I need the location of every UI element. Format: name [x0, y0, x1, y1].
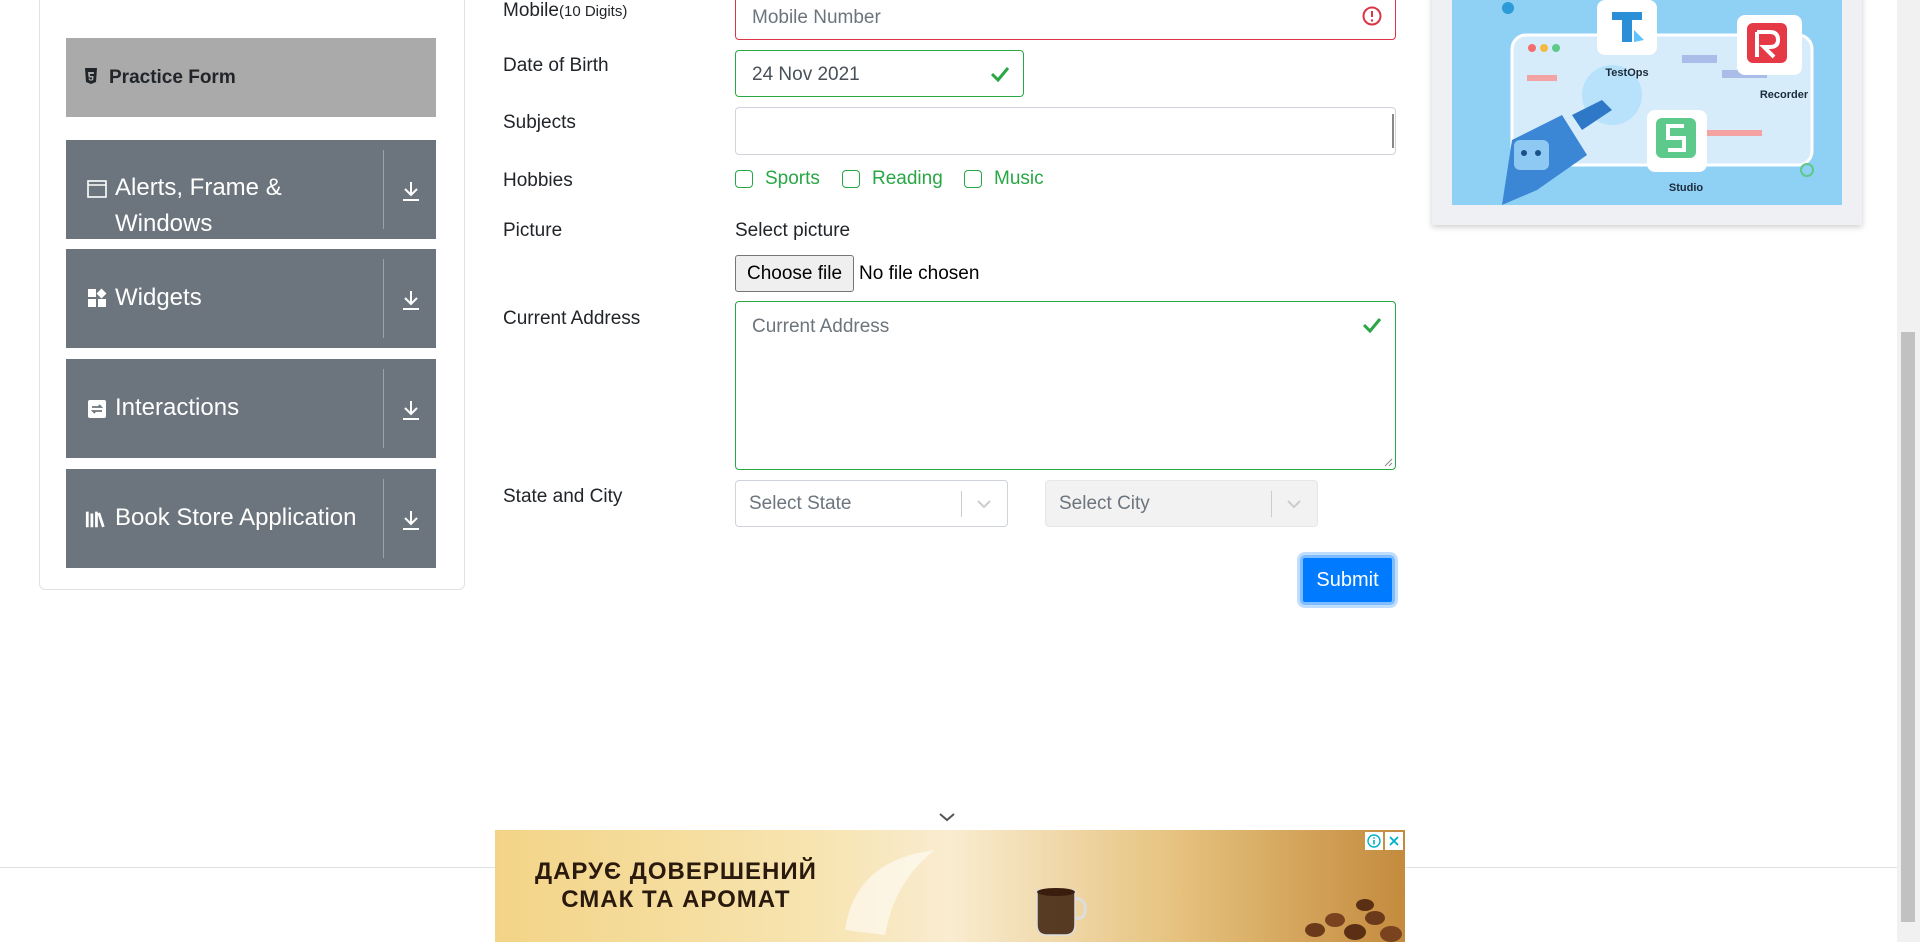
sidebar-panel: Practice Form Alerts, Frame & Windows Wi…	[39, 0, 465, 590]
html5-icon	[85, 68, 97, 84]
check-icon	[990, 67, 1010, 83]
window-icon	[86, 178, 108, 200]
dropdown-separator	[961, 491, 962, 517]
download-arrow-icon[interactable]	[396, 505, 426, 535]
checkbox[interactable]	[964, 170, 982, 188]
date-of-birth-input[interactable]: 24 Nov 2021	[735, 50, 1024, 97]
mobile-label: Mobile(10 Digits)	[503, 0, 628, 21]
subjects-label: Subjects	[503, 112, 576, 133]
download-arrow-icon[interactable]	[396, 176, 426, 206]
coffee-cup-image	[1036, 888, 1087, 936]
sidebar-item-practice-form[interactable]: Practice Form	[66, 38, 436, 117]
group-separator	[383, 150, 384, 229]
ad-headline: ДАРУЄ ДОВЕРШЕНИЙ СМАК ТА АРОМАТ	[535, 858, 817, 913]
chevron-down-icon[interactable]	[1283, 493, 1305, 515]
current-address-label: Current Address	[503, 308, 641, 329]
state-and-city-label: State and City	[503, 486, 623, 507]
sidebar-group-label: Alerts, Frame & Windows	[115, 174, 282, 237]
submit-button[interactable]: Submit	[1300, 555, 1395, 605]
mobile-number-input[interactable]: Mobile Number	[735, 0, 1396, 40]
chevron-down-icon[interactable]	[973, 493, 995, 515]
recorder-label: Recorder	[1759, 89, 1809, 101]
group-separator	[383, 369, 384, 448]
resize-handle-icon[interactable]	[1383, 457, 1393, 467]
sidebar-group-book-store[interactable]: Book Store Application	[66, 469, 436, 568]
hobby-sports-checkbox[interactable]: Sports	[735, 168, 820, 190]
sidebar-item-label: Practice Form	[109, 66, 236, 88]
checkbox[interactable]	[735, 170, 753, 188]
sidebar-group-alerts[interactable]: Alerts, Frame & Windows	[66, 140, 436, 239]
hobby-reading-checkbox[interactable]: Reading	[842, 168, 943, 190]
studio-label: Studio	[1668, 182, 1704, 194]
check-icon	[1362, 318, 1382, 334]
chevron-down-icon[interactable]	[937, 810, 957, 824]
current-address-textarea[interactable]: Current Address	[735, 301, 1396, 470]
sidebar-group-label: Interactions	[115, 394, 240, 421]
sidebar-group-label: Widgets	[115, 284, 202, 311]
ad-logo-swoosh	[845, 850, 935, 935]
promo-illustration	[1452, 0, 1842, 205]
books-icon	[85, 508, 107, 530]
select-city-dropdown[interactable]: Select City	[1045, 480, 1318, 527]
sidebar-group-interactions[interactable]: Interactions	[66, 359, 436, 458]
text-cursor	[1392, 114, 1394, 148]
widgets-icon	[86, 287, 108, 309]
interactions-icon	[86, 398, 108, 420]
coffee-beans-image	[1305, 899, 1402, 942]
checkbox[interactable]	[842, 170, 860, 188]
select-picture-label: Select picture	[735, 220, 851, 241]
date-of-birth-label: Date of Birth	[503, 55, 609, 76]
group-separator	[383, 479, 384, 558]
hobbies-label: Hobbies	[503, 170, 573, 191]
promo-banner-image	[1452, 0, 1842, 205]
advertisement-banner[interactable]: ДАРУЄ ДОВЕРШЕНИЙ СМАК ТА АРОМАТ	[495, 830, 1405, 942]
ad-info-icon[interactable]	[1365, 832, 1383, 850]
select-state-dropdown[interactable]: Select State	[735, 480, 1008, 527]
download-arrow-icon[interactable]	[396, 285, 426, 315]
promo-banner[interactable]: TestOps Recorder Studio	[1432, 0, 1862, 225]
file-status-text: No file chosen	[859, 263, 980, 284]
testops-label: TestOps	[1605, 67, 1649, 79]
group-separator	[383, 259, 384, 338]
sidebar-group-widgets[interactable]: Widgets	[66, 249, 436, 348]
choose-file-button[interactable]: Choose file	[735, 255, 854, 292]
ad-close-icon[interactable]	[1385, 832, 1403, 850]
picture-label: Picture	[503, 220, 563, 241]
download-arrow-icon[interactable]	[396, 395, 426, 425]
dropdown-separator	[1271, 491, 1272, 517]
sidebar-group-label: Book Store Application	[115, 504, 357, 531]
subjects-input[interactable]	[735, 107, 1396, 155]
error-icon	[1362, 6, 1382, 26]
hobby-music-checkbox[interactable]: Music	[964, 168, 1044, 190]
scrollbar-thumb[interactable]	[1901, 332, 1915, 922]
